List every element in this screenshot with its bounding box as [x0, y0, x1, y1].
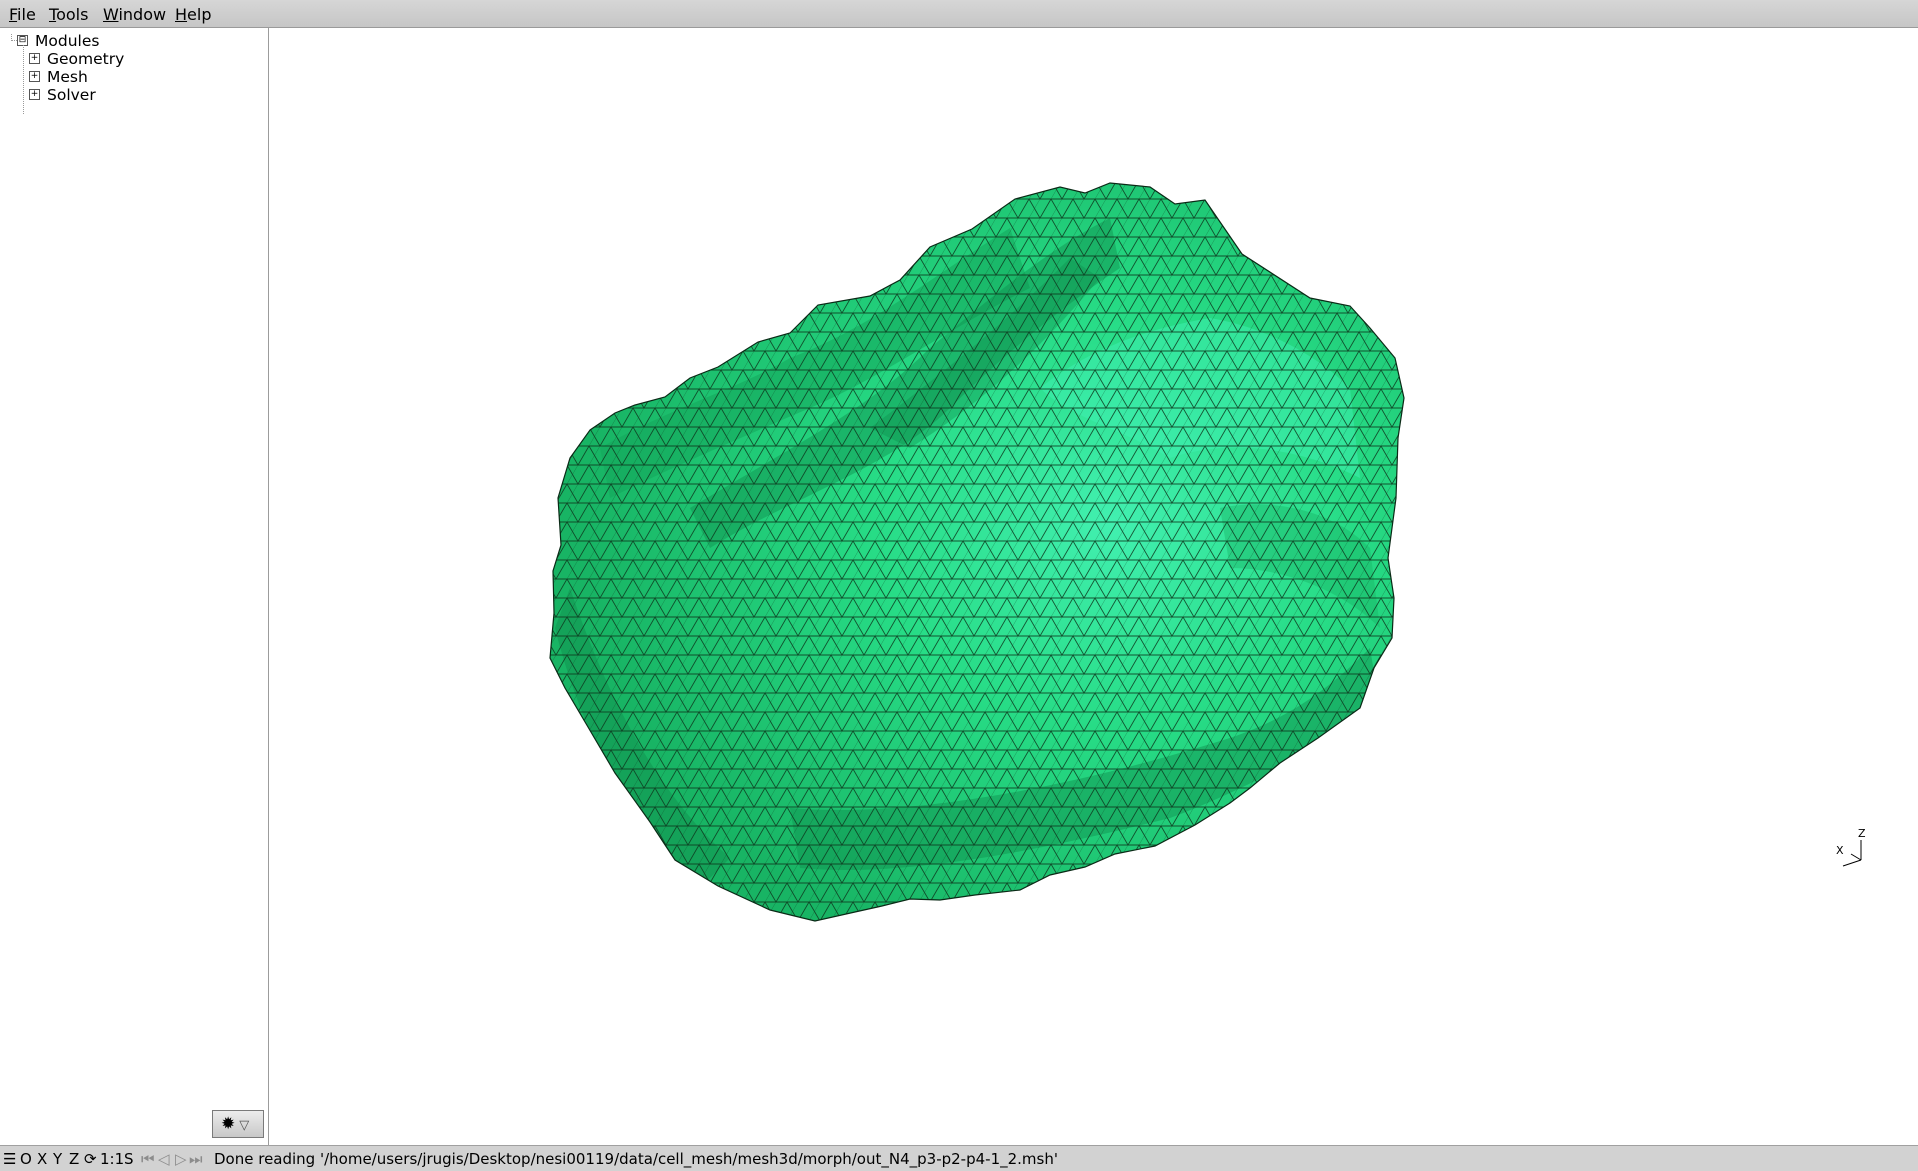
- menu-help[interactable]: Help: [175, 5, 211, 24]
- axes-indicator: Z X: [1836, 827, 1866, 867]
- dropdown-arrow-icon: ▽: [239, 1118, 250, 1133]
- view-x-button[interactable]: X: [37, 1150, 47, 1168]
- expand-icon[interactable]: +: [29, 89, 40, 100]
- menu-tools-label: ools: [56, 5, 89, 24]
- play-icon[interactable]: ▷: [175, 1150, 187, 1168]
- rotate-icon[interactable]: ⟳: [84, 1150, 97, 1168]
- menu-file-accel: F: [9, 5, 18, 24]
- menu-file-label: ile: [17, 5, 36, 24]
- options-button[interactable]: ✹ ▽: [212, 1110, 264, 1138]
- menu-window[interactable]: Window: [103, 5, 166, 24]
- menu-tools-accel: T: [49, 5, 57, 24]
- view-y-button[interactable]: Y: [53, 1150, 62, 1168]
- menu-file[interactable]: File: [9, 5, 36, 24]
- tree-item-mesh[interactable]: Mesh: [47, 68, 88, 86]
- mesh-surface[interactable]: [270, 28, 1918, 1145]
- module-tree-pane: ⊟ Modules + Geometry + Mesh + Solver: [0, 28, 269, 1145]
- axis-label-z: Z: [1858, 827, 1866, 840]
- graphics-viewport[interactable]: Z X: [270, 28, 1918, 1145]
- view-origin-button[interactable]: O: [20, 1150, 32, 1168]
- status-bar: ☰ O X Y Z ⟳ 1:1 S ⏮ ◁ ▷ ⏭ Done reading '…: [0, 1145, 1918, 1171]
- axis-label-x: X: [1836, 844, 1844, 857]
- menu-tools[interactable]: Tools: [49, 5, 88, 24]
- menu-window-accel: W: [103, 5, 119, 24]
- scale-button[interactable]: 1:1: [100, 1150, 124, 1168]
- view-z-button[interactable]: Z: [69, 1150, 79, 1168]
- gear-icon: ✹: [221, 1114, 236, 1134]
- tree-item-solver[interactable]: Solver: [47, 86, 96, 104]
- select-button[interactable]: S: [124, 1150, 134, 1168]
- first-step-icon[interactable]: ⏮: [141, 1150, 155, 1168]
- mesh-canvas[interactable]: Z X: [270, 28, 1918, 1145]
- tree-item-modules[interactable]: Modules: [35, 32, 99, 50]
- expand-icon[interactable]: +: [29, 53, 40, 64]
- tree-connector: [23, 45, 24, 114]
- last-step-icon[interactable]: ⏭: [189, 1150, 203, 1168]
- expand-icon[interactable]: +: [29, 71, 40, 82]
- menu-window-label: indow: [118, 5, 167, 24]
- menu-help-label: elp: [187, 5, 212, 24]
- menu-help-accel: H: [175, 5, 188, 24]
- menu-toggle-icon[interactable]: ☰: [3, 1150, 16, 1168]
- tree-item-geometry[interactable]: Geometry: [47, 50, 124, 68]
- previous-step-icon[interactable]: ◁: [158, 1150, 170, 1168]
- menu-bar: File Tools Window Help: [0, 0, 1918, 28]
- status-message: Done reading '/home/users/jrugis/Desktop…: [214, 1150, 1058, 1168]
